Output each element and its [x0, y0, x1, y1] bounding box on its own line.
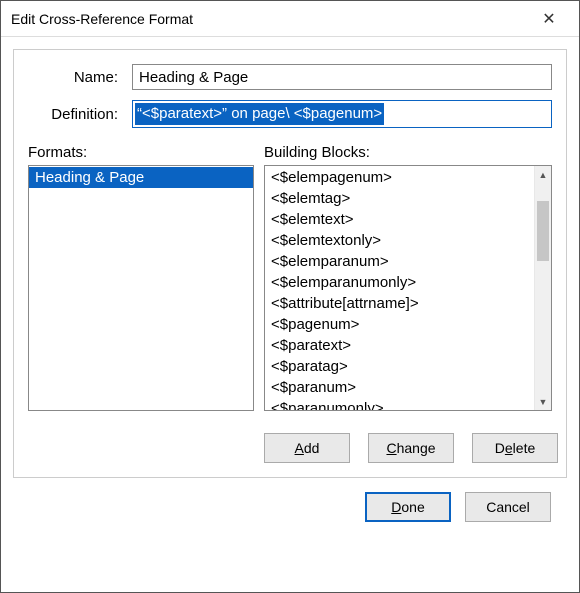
delete-accel: e: [505, 440, 513, 456]
change-accel: C: [386, 440, 396, 456]
dialog-body: Name: Definition: “<$paratext>” on page\…: [1, 37, 579, 592]
dialog-window: Edit Cross-Reference Format ✕ Name: Defi…: [0, 0, 580, 593]
building-blocks-listbox[interactable]: <$elempagenum> <$elemtag> <$elemtext> <$…: [264, 165, 552, 411]
list-item[interactable]: <$pagenum>: [265, 314, 534, 335]
scrollbar[interactable]: ▲ ▼: [534, 166, 551, 410]
definition-label: Definition:: [28, 106, 124, 123]
add-rest: dd: [304, 440, 320, 456]
name-row: Name:: [28, 64, 552, 90]
delete-pre: D: [495, 440, 505, 456]
window-title: Edit Cross-Reference Format: [11, 11, 529, 27]
scroll-track[interactable]: [535, 183, 551, 393]
dialog-footer: Done Cancel: [13, 478, 567, 538]
list-item[interactable]: <$elemtextonly>: [265, 230, 534, 251]
scroll-down-icon[interactable]: ▼: [535, 393, 551, 410]
list-item[interactable]: Heading & Page: [29, 167, 253, 188]
add-accel: A: [295, 440, 304, 456]
change-rest: hange: [397, 440, 436, 456]
formats-items: Heading & Page: [29, 166, 253, 188]
done-button[interactable]: Done: [365, 492, 451, 522]
list-item[interactable]: <$elempagenum>: [265, 167, 534, 188]
lists-row: Formats: Heading & Page Building Blocks:…: [28, 144, 552, 411]
list-item[interactable]: <$elemparanum>: [265, 251, 534, 272]
building-blocks-label: Building Blocks:: [264, 144, 552, 161]
definition-selected-text: “<$paratext>” on page\ <$pagenum>: [135, 103, 384, 125]
list-item[interactable]: <$elemtag>: [265, 188, 534, 209]
formats-column: Formats: Heading & Page: [28, 144, 254, 411]
main-group: Name: Definition: “<$paratext>” on page\…: [13, 49, 567, 478]
delete-button[interactable]: Delete: [472, 433, 558, 463]
blocks-column: Building Blocks: <$elempagenum> <$elemta…: [264, 144, 552, 411]
list-item[interactable]: <$paranumonly>: [265, 398, 534, 410]
building-blocks-items: <$elempagenum> <$elemtag> <$elemtext> <$…: [265, 166, 534, 410]
titlebar: Edit Cross-Reference Format ✕: [1, 1, 579, 37]
list-item[interactable]: <$attribute[attrname]>: [265, 293, 534, 314]
change-button[interactable]: Change: [368, 433, 454, 463]
formats-label: Formats:: [28, 144, 254, 161]
list-item[interactable]: <$paratext>: [265, 335, 534, 356]
definition-row: Definition: “<$paratext>” on page\ <$pag…: [28, 100, 552, 128]
scroll-thumb[interactable]: [537, 201, 549, 261]
name-label: Name:: [28, 69, 124, 86]
list-item[interactable]: <$elemparanumonly>: [265, 272, 534, 293]
scroll-up-icon[interactable]: ▲: [535, 166, 551, 183]
add-button[interactable]: Add: [264, 433, 350, 463]
done-accel: D: [391, 499, 401, 515]
definition-input[interactable]: “<$paratext>” on page\ <$pagenum>: [132, 100, 552, 128]
list-item[interactable]: <$paratag>: [265, 356, 534, 377]
format-buttons-row: Add Change Delete: [28, 433, 552, 463]
formats-listbox[interactable]: Heading & Page: [28, 165, 254, 411]
done-rest: one: [401, 499, 424, 515]
name-input[interactable]: [132, 64, 552, 90]
close-icon[interactable]: ✕: [529, 5, 569, 33]
delete-rest: lete: [513, 440, 536, 456]
list-item[interactable]: <$paranum>: [265, 377, 534, 398]
cancel-button[interactable]: Cancel: [465, 492, 551, 522]
list-item[interactable]: <$elemtext>: [265, 209, 534, 230]
